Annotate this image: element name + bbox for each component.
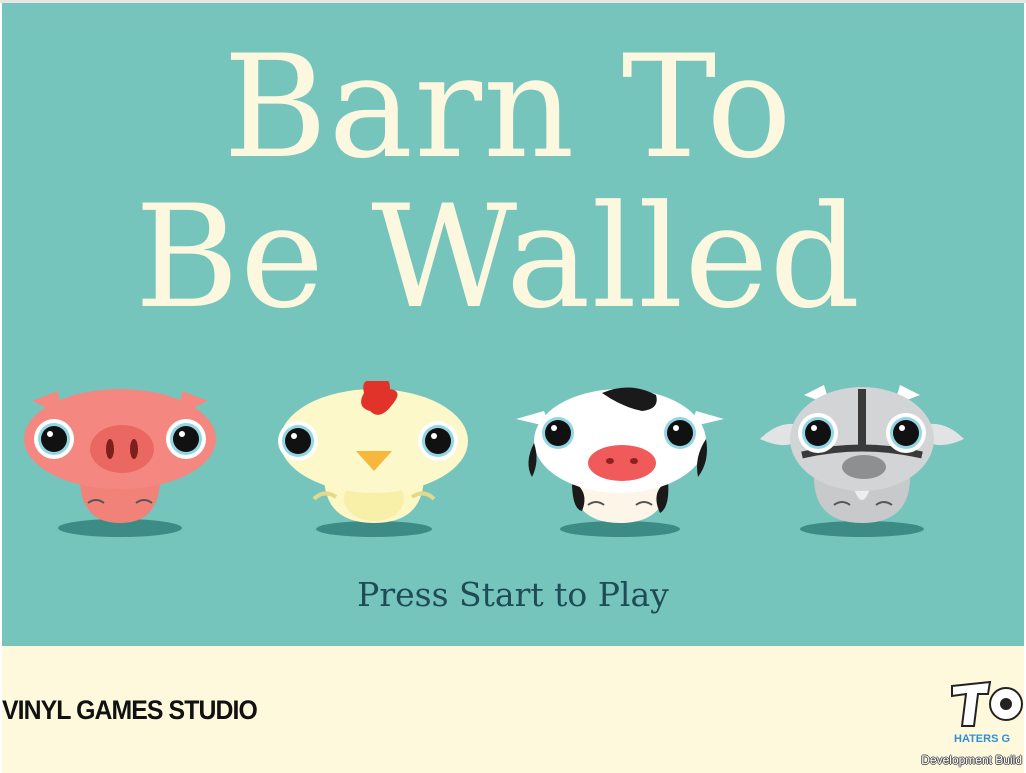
- game-screen[interactable]: Barn To Be Walled Press Start to Play VI…: [0, 3, 1026, 773]
- pig-character: [10, 381, 230, 541]
- studio-credit: VINYL GAMES STUDIO: [2, 695, 258, 725]
- haters-logo: HATERS G: [944, 678, 1026, 748]
- game-title-line-2: Be Walled: [134, 175, 862, 340]
- chicken-character: [264, 381, 484, 541]
- development-build-label: Development Build: [921, 753, 1022, 767]
- game-title: Barn To Be Walled: [2, 33, 1024, 333]
- press-start-prompt: Press Start to Play: [357, 575, 669, 614]
- haters-logo-text: HATERS G: [954, 733, 1010, 745]
- game-title-line-1: Barn To: [223, 25, 793, 190]
- title-stage: Barn To Be Walled Press Start to Play: [2, 3, 1024, 646]
- goat-character: [754, 381, 974, 541]
- cow-character: [510, 381, 730, 541]
